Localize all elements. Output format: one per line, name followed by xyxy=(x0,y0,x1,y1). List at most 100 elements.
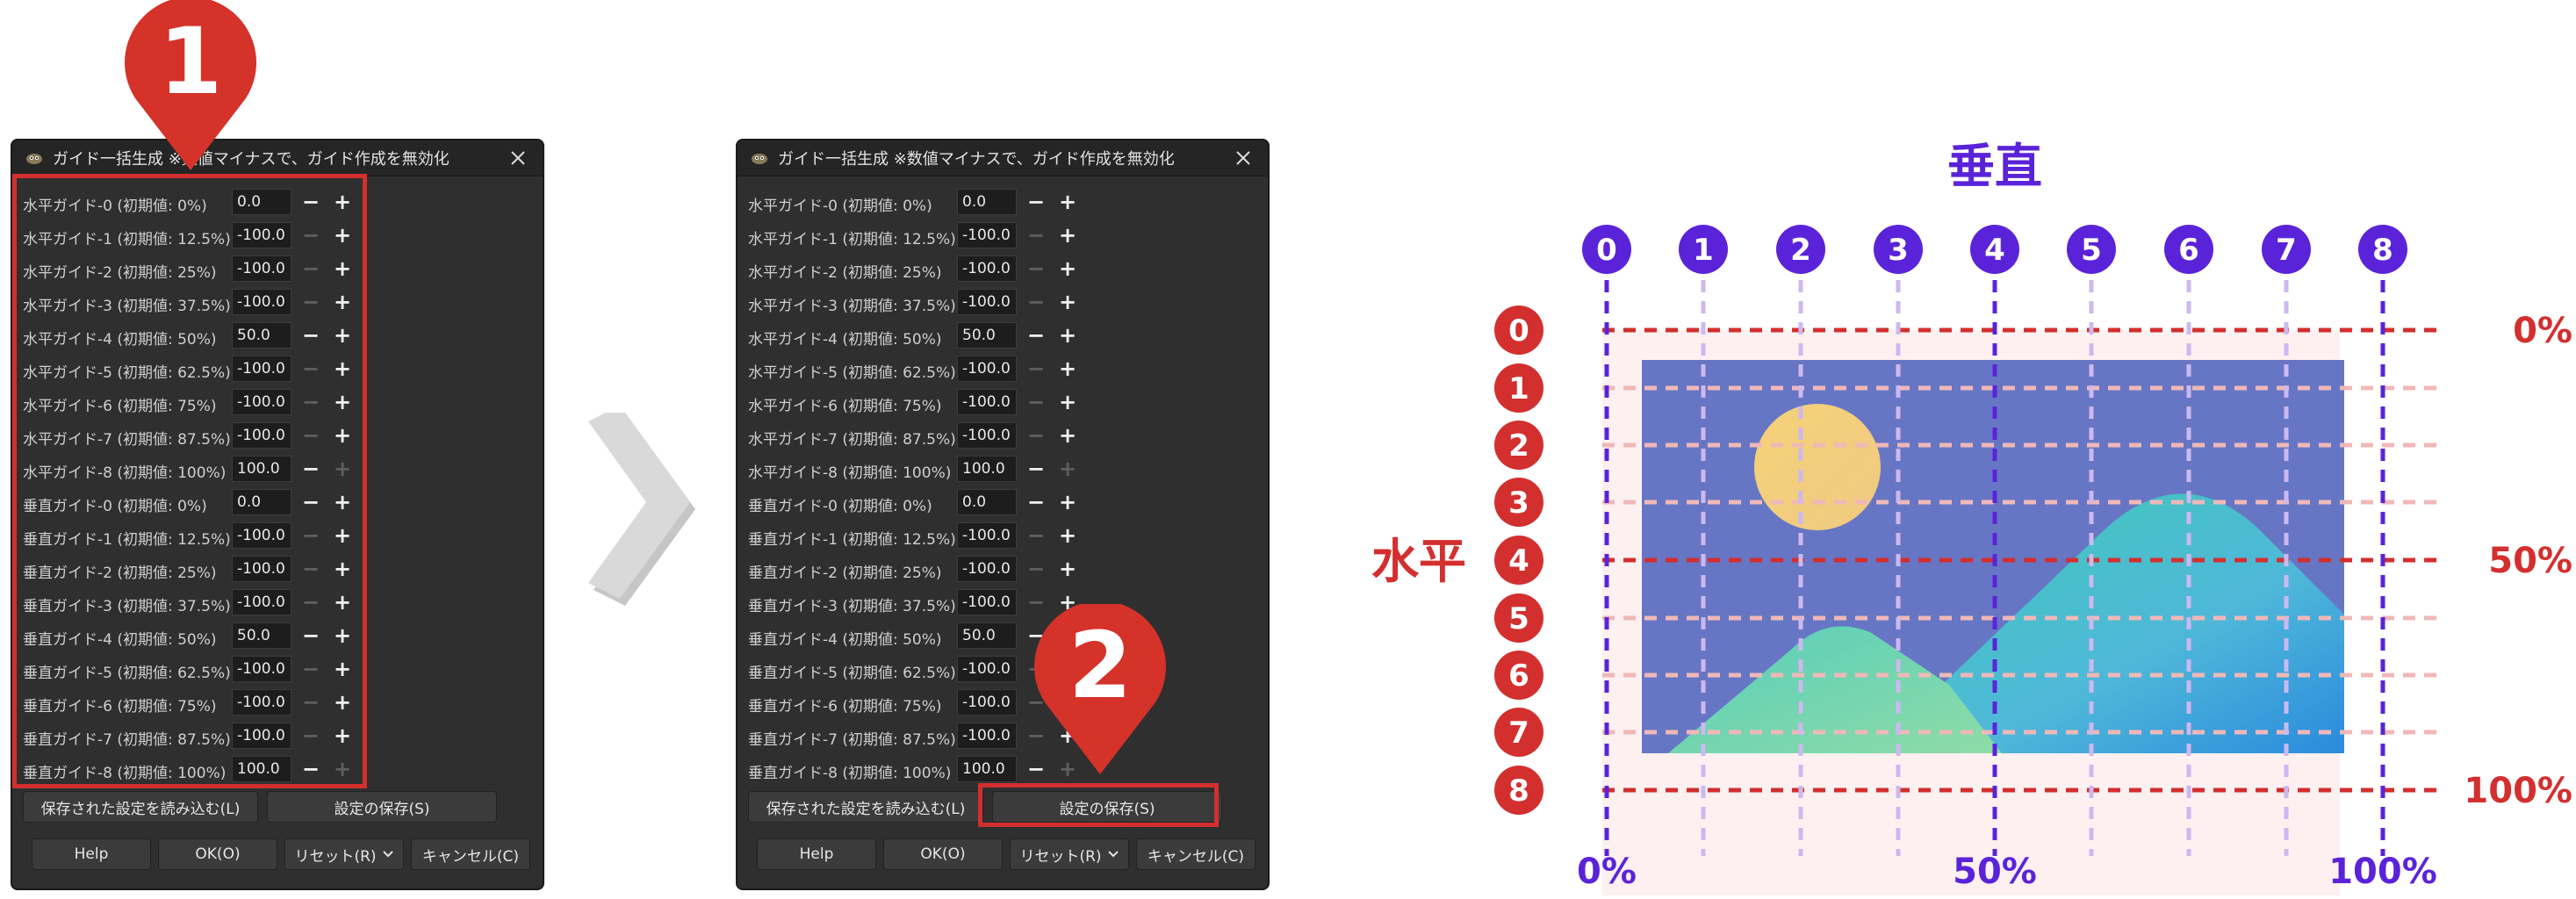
decrement-button[interactable]: − xyxy=(1022,389,1050,415)
vertical-percent-label: 0% xyxy=(1577,852,1637,892)
close-icon[interactable] xyxy=(506,146,530,170)
guide-label: 水平ガイド-2 (初期値: 25%) xyxy=(748,264,942,282)
horizontal-percent-label: 50% xyxy=(2488,541,2572,581)
guide-value-input[interactable]: -100.0 xyxy=(957,356,1017,382)
guide-value-input[interactable]: -100.0 xyxy=(957,522,1017,549)
guide-diagram: 0 1 2 3 4 5 6 7 8 0 1 2 3 4 5 6 7 8 垂直 水平 0% 50% 100% 0% 50% 100% xyxy=(1335,123,2576,899)
cancel-button[interactable]: キャンセル(C) xyxy=(411,838,530,870)
callout-marker-1: 1 xyxy=(125,0,256,172)
chevron-right-icon xyxy=(579,406,702,606)
guide-label: 垂直ガイド-5 (初期値: 62.5%) xyxy=(748,665,956,682)
load-settings-button[interactable]: 保存された設定を読み込む(L) xyxy=(748,791,983,823)
row-number: 8 xyxy=(1508,773,1529,809)
guide-value-input[interactable]: 100.0 xyxy=(957,456,1017,482)
help-button[interactable]: Help xyxy=(32,838,151,870)
column-number: 5 xyxy=(2081,233,2102,268)
increment-button[interactable]: + xyxy=(1054,522,1082,549)
decrement-button[interactable]: − xyxy=(1022,222,1050,248)
guide-value-input[interactable]: 50.0 xyxy=(957,322,1017,349)
guide-label: 水平ガイド-8 (初期値: 100%) xyxy=(748,464,952,482)
guide-label: 垂直ガイド-1 (初期値: 12.5%) xyxy=(748,531,956,549)
close-icon[interactable] xyxy=(1231,146,1256,170)
reset-label: リセット(R) xyxy=(1019,847,1102,866)
guide-value-input[interactable]: -100.0 xyxy=(957,689,1017,716)
guide-label: 垂直ガイド-4 (初期値: 50%) xyxy=(748,631,942,649)
increment-button[interactable]: + xyxy=(1054,489,1082,515)
guide-value-input[interactable]: -100.0 xyxy=(957,255,1017,282)
guide-row: 垂直ガイド-7 (初期値: 87.5%) -100.0− + xyxy=(738,720,1268,753)
callout-number-1: 1 xyxy=(158,8,223,115)
vertical-percent-label: 100% xyxy=(2328,852,2437,892)
guide-value-input[interactable]: 50.0 xyxy=(957,622,1017,649)
guide-value-input[interactable]: -100.0 xyxy=(957,656,1017,682)
wilber-icon xyxy=(748,149,771,167)
guide-row: 水平ガイド-7 (初期値: 87.5%) -100.0− + xyxy=(738,420,1268,453)
decrement-button[interactable]: − xyxy=(1022,422,1050,449)
horizontal-percent-label: 100% xyxy=(2464,771,2572,811)
guide-value-input[interactable]: 0.0 xyxy=(957,489,1017,515)
increment-button[interactable]: + xyxy=(1054,322,1082,349)
reset-button[interactable]: リセット(R) xyxy=(284,838,404,870)
row-number: 4 xyxy=(1508,543,1529,579)
save-settings-button[interactable]: 設定の保存(S) xyxy=(267,791,497,823)
guide-value-input[interactable]: -100.0 xyxy=(957,422,1017,449)
decrement-button[interactable]: − xyxy=(1022,322,1050,349)
increment-button[interactable]: + xyxy=(1054,222,1082,248)
guide-value-input[interactable]: -100.0 xyxy=(957,289,1017,315)
row-number: 0 xyxy=(1508,313,1529,349)
guide-row: 水平ガイド-6 (初期値: 75%) -100.0− + xyxy=(738,386,1268,420)
decrement-button[interactable]: − xyxy=(1022,255,1050,282)
increment-button[interactable]: + xyxy=(1054,456,1082,482)
row-number: 3 xyxy=(1508,485,1529,521)
guide-value-input[interactable]: -100.0 xyxy=(957,556,1017,582)
horizontal-title: 水平 xyxy=(1371,534,1466,589)
guide-label: 水平ガイド-4 (初期値: 50%) xyxy=(748,331,942,349)
increment-button[interactable]: + xyxy=(1054,389,1082,415)
increment-button[interactable]: + xyxy=(1054,189,1082,215)
guide-label: 垂直ガイド-0 (初期値: 0%) xyxy=(748,498,932,515)
cancel-button[interactable]: キャンセル(C) xyxy=(1136,838,1256,870)
increment-button[interactable]: + xyxy=(1054,255,1082,282)
guide-value-input[interactable]: 100.0 xyxy=(957,756,1017,782)
ok-button[interactable]: OK(O) xyxy=(883,838,1003,870)
guide-label: 垂直ガイド-2 (初期値: 25%) xyxy=(748,565,942,582)
load-settings-button[interactable]: 保存された設定を読み込む(L) xyxy=(23,791,258,823)
help-button[interactable]: Help xyxy=(757,838,876,870)
guide-value-input[interactable]: 0.0 xyxy=(957,189,1017,215)
decrement-button[interactable]: − xyxy=(1022,289,1050,315)
row-number: 6 xyxy=(1508,658,1529,694)
increment-button[interactable]: + xyxy=(1054,289,1082,315)
guide-row: 水平ガイド-2 (初期値: 25%) -100.0− + xyxy=(738,253,1268,286)
column-number: 3 xyxy=(1888,233,1909,268)
decrement-button[interactable]: − xyxy=(1022,522,1050,549)
reset-button[interactable]: リセット(R) xyxy=(1010,838,1129,870)
guide-value-input[interactable]: -100.0 xyxy=(957,589,1017,615)
guide-dialog-after: ガイド一括生成 ※数値マイナスで、ガイド作成を無効化 水平ガイド-0 (初期値:… xyxy=(736,139,1270,890)
callout-number-2: 2 xyxy=(1068,612,1133,719)
guide-row: 垂直ガイド-5 (初期値: 62.5%)-100.0−+ xyxy=(738,653,1268,687)
increment-button[interactable]: + xyxy=(1054,356,1082,382)
guide-value-input[interactable]: -100.0 xyxy=(957,723,1017,749)
guide-value-input[interactable]: -100.0 xyxy=(957,389,1017,415)
row-number: 2 xyxy=(1508,428,1529,464)
guide-row: 水平ガイド-0 (初期値: 0%) 0.0− + xyxy=(738,186,1268,219)
guide-label: 水平ガイド-1 (初期値: 12.5%) xyxy=(748,231,956,248)
guide-label: 水平ガイド-6 (初期値: 75%) xyxy=(748,398,942,415)
guide-row: 垂直ガイド-6 (初期値: 75%)-100.0−+ xyxy=(738,687,1268,720)
decrement-button[interactable]: − xyxy=(1022,356,1050,382)
decrement-button[interactable]: − xyxy=(1022,189,1050,215)
guide-label: 水平ガイド-0 (初期値: 0%) xyxy=(748,198,932,215)
reset-label: リセット(R) xyxy=(294,847,377,866)
guide-row: 垂直ガイド-2 (初期値: 25%) -100.0− + xyxy=(738,553,1268,586)
guide-label: 垂直ガイド-6 (初期値: 75%) xyxy=(748,698,942,716)
decrement-button[interactable]: − xyxy=(1022,556,1050,582)
guide-value-input[interactable]: -100.0 xyxy=(957,222,1017,248)
decrement-button[interactable]: − xyxy=(1022,489,1050,515)
ok-button[interactable]: OK(O) xyxy=(158,838,277,870)
row-number: 7 xyxy=(1508,716,1529,751)
increment-button[interactable]: + xyxy=(1054,556,1082,582)
sun xyxy=(1754,404,1881,530)
decrement-button[interactable]: − xyxy=(1022,456,1050,482)
increment-button[interactable]: + xyxy=(1054,422,1082,449)
chevron-down-icon xyxy=(382,850,394,859)
